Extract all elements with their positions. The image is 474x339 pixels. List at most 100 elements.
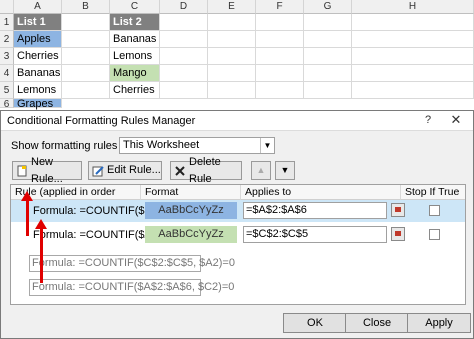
row-header-1[interactable]: 1 [0, 14, 14, 31]
cell-a3[interactable]: Cherries [14, 48, 62, 65]
new-rule-button[interactable]: New Rule... [12, 156, 82, 185]
close-button[interactable]: Close [345, 313, 409, 333]
cell-a2[interactable]: Apples [14, 31, 62, 48]
cell-h5[interactable] [352, 82, 474, 99]
cell-f4[interactable] [256, 65, 304, 82]
stop-if-true-checkbox[interactable] [429, 229, 440, 240]
column-header-b[interactable]: B [62, 0, 110, 14]
dialog-title: Conditional Formatting Rules Manager [7, 115, 196, 127]
applies-to-field[interactable]: =$A$2:$A$6 [243, 202, 387, 219]
format-preview: AaBbCcYyZz [145, 226, 237, 243]
cell-e3[interactable] [208, 48, 256, 65]
move-down-button[interactable]: ▼ [275, 161, 295, 180]
cell-g2[interactable] [304, 31, 352, 48]
cell-e5[interactable] [208, 82, 256, 99]
cell-h4[interactable] [352, 65, 474, 82]
show-rules-label: Show formatting rules for: [11, 140, 137, 152]
cell-g5[interactable] [304, 82, 352, 99]
list1-header: List 1 [14, 14, 61, 30]
cell-g3[interactable] [304, 48, 352, 65]
cell-g4[interactable] [304, 65, 352, 82]
cell-c5[interactable]: Cherries [110, 82, 160, 99]
cell-d1[interactable] [160, 14, 208, 31]
red-arrow-head-icon [35, 219, 47, 229]
cell-c4[interactable]: Mango [110, 65, 160, 82]
cell-e2[interactable] [208, 31, 256, 48]
range-select-icon[interactable] [391, 203, 405, 217]
ok-button[interactable]: OK [283, 313, 347, 333]
cell-e1[interactable] [208, 14, 256, 31]
cell-a5[interactable]: Lemons [14, 82, 62, 99]
cell-c1[interactable]: List 2 [110, 14, 160, 31]
formula-tooltip: Formula: =COUNTIF($A$2:$A$6, $C2)=0 [29, 279, 234, 296]
cell-b5[interactable] [62, 82, 110, 99]
list2-header: List 2 [110, 14, 159, 30]
column-header-h[interactable]: H [352, 0, 474, 14]
cell-d3[interactable] [160, 48, 208, 65]
conditional-formatting-dialog: Conditional Formatting Rules Manager ? ✕… [0, 110, 474, 339]
cell-g1[interactable] [304, 14, 352, 31]
show-rules-value: This Worksheet [123, 139, 200, 151]
applies-to-field[interactable]: =$C$2:$C$5 [243, 226, 387, 243]
spreadsheet: A B C D E F G H 1 2 3 4 5 6 List 1 Apple… [0, 0, 474, 110]
edit-icon [92, 165, 104, 177]
chevron-down-icon: ▼ [260, 138, 274, 153]
range-select-icon[interactable] [391, 227, 405, 241]
delete-rule-button[interactable]: Delete Rule [170, 156, 242, 185]
cell-b4[interactable] [62, 65, 110, 82]
cell-h2[interactable] [352, 31, 474, 48]
cell-d5[interactable] [160, 82, 208, 99]
delete-x-icon [174, 165, 186, 177]
row-header-2[interactable]: 2 [0, 31, 14, 48]
move-up-button[interactable]: ▲ [251, 161, 271, 180]
column-header-g[interactable]: G [304, 0, 352, 14]
cell-a4[interactable]: Bananas [14, 65, 62, 82]
format-preview: AaBbCcYyZz [145, 202, 237, 219]
dialog-titlebar[interactable]: Conditional Formatting Rules Manager ? ✕ [1, 111, 473, 131]
cell-h3[interactable] [352, 48, 474, 65]
red-arrow-shaft [26, 200, 29, 236]
cell-b3[interactable] [62, 48, 110, 65]
cell-c2[interactable]: Bananas [110, 31, 160, 48]
column-header-f[interactable]: F [256, 0, 304, 14]
cell-a1[interactable]: List 1 [14, 14, 62, 31]
arrow-up-icon: ▲ [256, 165, 266, 175]
row-header-6[interactable]: 6 [0, 99, 14, 110]
cell-f1[interactable] [256, 14, 304, 31]
new-document-icon [16, 165, 28, 177]
cell-f2[interactable] [256, 31, 304, 48]
column-header-a[interactable]: A [14, 0, 62, 14]
cell-f3[interactable] [256, 48, 304, 65]
cell-a6[interactable]: Grapes [14, 99, 62, 110]
stop-if-true-checkbox[interactable] [429, 205, 440, 216]
cell-e4[interactable] [208, 65, 256, 82]
cell-d2[interactable] [160, 31, 208, 48]
delete-rule-label: Delete Rule [189, 155, 221, 185]
help-button[interactable]: ? [421, 113, 435, 127]
cell-f5[interactable] [256, 82, 304, 99]
rule-row[interactable]: Formula: =COUNTIF($A$... AaBbCcYyZz =$C$… [11, 224, 465, 246]
red-arrow-shaft [40, 228, 43, 283]
cell-h1[interactable] [352, 14, 474, 31]
row-header-4[interactable]: 4 [0, 65, 14, 82]
cell-c3[interactable]: Lemons [110, 48, 160, 65]
rules-table: Rule (applied in order shown) Format App… [10, 184, 466, 305]
cell-d4[interactable] [160, 65, 208, 82]
column-header-e[interactable]: E [208, 0, 256, 14]
column-header-c[interactable]: C [110, 0, 160, 14]
formula-tooltip: Formula: =COUNTIF($C$2:$C$5, $A2)=0 [29, 255, 235, 272]
row-header-5[interactable]: 5 [0, 82, 14, 99]
apply-button[interactable]: Apply [407, 313, 471, 333]
edit-rule-label: Edit Rule... [107, 164, 161, 176]
cell-b2[interactable] [62, 31, 110, 48]
rule-row[interactable]: Formula: =COUNTIF($C$... AaBbCcYyZz =$A$… [11, 200, 465, 222]
column-header-d[interactable]: D [160, 0, 208, 14]
column-format-header: Format [141, 185, 241, 200]
close-x-button[interactable]: ✕ [441, 111, 471, 129]
edit-rule-button[interactable]: Edit Rule... [88, 161, 162, 180]
row-header-3[interactable]: 3 [0, 48, 14, 65]
select-all-corner[interactable] [0, 0, 14, 14]
cell-b1[interactable] [62, 14, 110, 31]
show-rules-select[interactable]: This Worksheet ▼ [119, 137, 275, 154]
red-arrow-head-icon [21, 191, 33, 201]
